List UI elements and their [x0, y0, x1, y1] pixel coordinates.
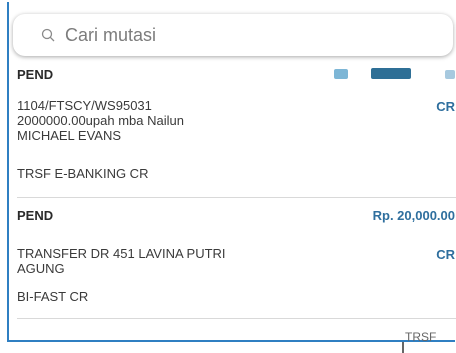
transaction-details: 1104/FTSCY/WS95031 2000000.00upah mba Na…	[17, 98, 456, 143]
redacted-amount-block	[371, 68, 411, 79]
divider	[402, 342, 404, 353]
credit-label: CR	[436, 247, 455, 262]
redacted-amount-block	[445, 70, 455, 79]
credit-label: CR	[436, 99, 455, 114]
redacted-amount-block	[334, 69, 348, 79]
transaction-detail-line: MICHAEL EVANS	[17, 128, 122, 143]
transaction-type: TRSF E-BANKING CR	[17, 166, 149, 181]
transaction-detail-line: AGUNG	[17, 261, 65, 276]
transaction-details: TRANSFER DR 451 LAVINA PUTRI AGUNG	[17, 246, 456, 276]
transaction-amount: Rp. 20,000.00	[372, 208, 455, 223]
divider	[17, 197, 456, 198]
transaction-type-row: BI-FAST CR	[17, 289, 456, 304]
transaction-type-row: TRSF E-BANKING CR	[17, 166, 456, 181]
transaction-detail-line: TRANSFER DR 451 LAVINA PUTRI	[17, 246, 226, 261]
partial-transaction-type: TRSF	[405, 330, 437, 344]
search-bar-container	[9, 4, 456, 60]
search-input[interactable]	[65, 24, 425, 46]
transaction-detail-line: 1104/FTSCY/WS95031	[17, 98, 152, 113]
divider	[17, 318, 456, 319]
transaction-type: BI-FAST CR	[17, 289, 89, 304]
search-bar[interactable]	[13, 14, 453, 56]
transaction-detail-line: 2000000.00upah mba Nailun	[17, 113, 184, 128]
search-icon	[41, 28, 55, 42]
